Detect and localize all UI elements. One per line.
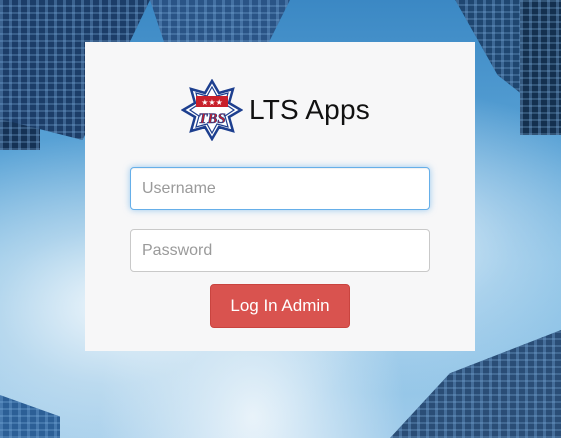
login-card: ★★★ TBS LTS Apps Log In Admin <box>85 42 475 351</box>
password-input[interactable] <box>130 229 430 272</box>
brand-header: ★★★ TBS LTS Apps <box>181 79 370 141</box>
app-title: LTS Apps <box>249 94 370 125</box>
login-admin-button[interactable]: Log In Admin <box>210 284 350 328</box>
tbs-logo: ★★★ TBS <box>181 79 243 141</box>
username-input[interactable] <box>130 167 430 210</box>
building-right-edge <box>520 0 561 135</box>
svg-text:TBS: TBS <box>198 111 226 127</box>
building-bottom-left <box>0 395 60 438</box>
svg-text:★★★: ★★★ <box>201 98 223 107</box>
building-top <box>150 0 290 42</box>
